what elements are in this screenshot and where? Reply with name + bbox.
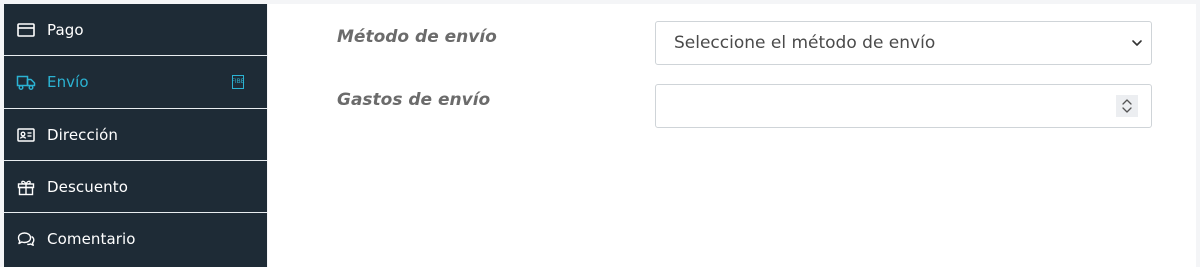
sidebar-item-descuento[interactable]: Descuento [4,161,267,212]
sidebar-item-label: Dirección [47,125,119,144]
address-card-icon [17,127,35,142]
shipping-cost-label: Gastos de envío [337,90,491,110]
sidebar-item-label: Descuento [47,177,129,196]
sidebar-item-direccion[interactable]: Dirección [4,109,267,160]
language-flag-icon: FIBE [231,74,245,89]
shipping-method-label: Método de envío [337,27,497,47]
gift-icon [17,180,35,195]
sidebar-item-envio[interactable]: Envío FIBE [4,56,267,107]
checkout-panel: Pago Envío FIBE Dirección Descuento Come… [0,0,1200,267]
comments-icon [17,231,35,246]
sidebar-item-pago[interactable]: Pago [4,4,267,55]
credit-card-icon [17,22,35,37]
spinner-arrows-icon [1122,99,1132,113]
sidebar-item-comentario[interactable]: Comentario [4,213,267,264]
sidebar-item-label: Pago [47,20,84,39]
number-spinner[interactable] [1116,95,1138,117]
truck-icon [16,75,36,90]
shipping-form: Método de envío Seleccione el método de … [268,4,1196,267]
sidebar-item-label: Comentario [47,229,136,248]
sidebar-item-label: Envío [47,72,89,91]
shipping-method-selected-value: Seleccione el método de envío [674,33,936,53]
shipping-cost-input[interactable] [655,84,1152,128]
chevron-down-icon [1132,40,1142,46]
shipping-method-select[interactable]: Seleccione el método de envío [655,21,1152,65]
checkout-sidebar: Pago Envío FIBE Dirección Descuento Come… [4,4,267,267]
